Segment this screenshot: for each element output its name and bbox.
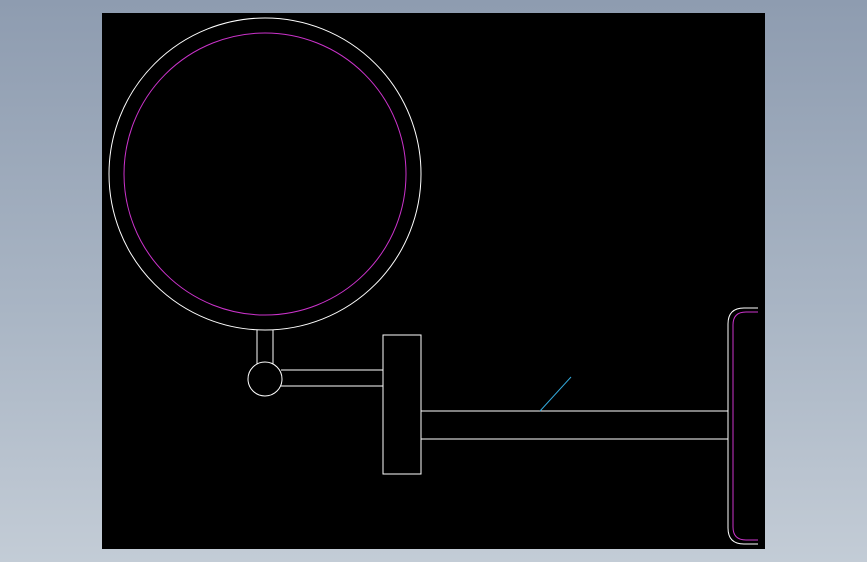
wall-plate-inner bbox=[732, 311, 758, 541]
mirror-drawing bbox=[108, 17, 758, 545]
mirror-outer-rim bbox=[108, 17, 422, 331]
hinge-block bbox=[382, 334, 422, 475]
mirror-glass bbox=[123, 32, 407, 316]
pivot-knob bbox=[247, 361, 283, 397]
reflection-hint-line bbox=[539, 376, 572, 412]
drawing-canvas bbox=[102, 13, 765, 549]
